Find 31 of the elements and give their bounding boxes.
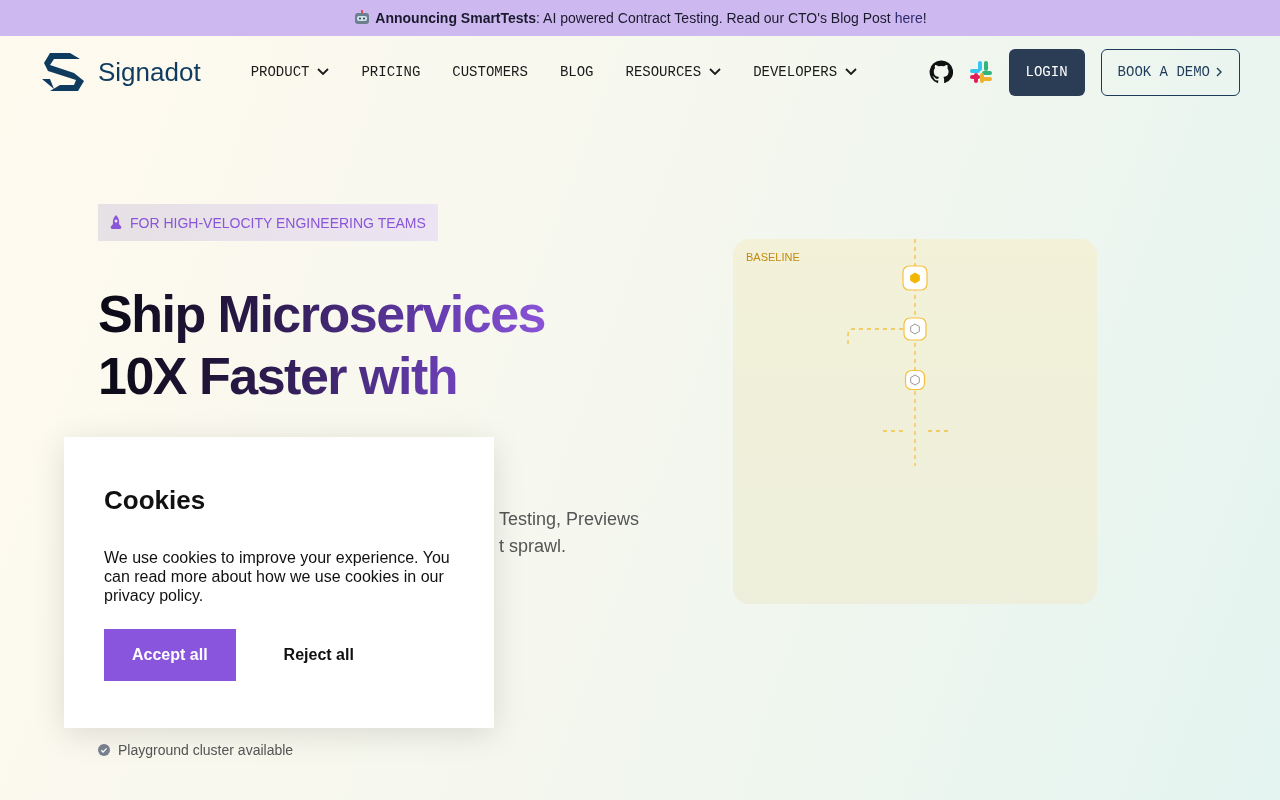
nav-link[interactable]: DEVELOPERS (753, 64, 858, 80)
chevron-down-icon (845, 68, 858, 76)
dialog-text: We use cookies to improve your experience. You can read more about how we use cookies in our privacy policy. (104, 548, 451, 605)
nav-link[interactable]: PRODUCT (250, 64, 330, 80)
announcement-punctuation: ! (922, 10, 927, 26)
slack-icon[interactable] (968, 60, 993, 84)
book-demo-button[interactable]: BOOK A DEMO (1100, 48, 1240, 96)
dashed-connector (847, 328, 904, 346)
chevron-down-icon (317, 68, 330, 76)
rocket-icon (110, 215, 122, 230)
login-button[interactable]: LOGIN (1008, 48, 1085, 96)
badge-text: FOR HIGH-VELOCITY ENGINEERING TEAMS (130, 214, 426, 231)
baseline-label: BASELINE (746, 251, 800, 263)
announcement-text: Announcing SmartTests: AI powered Contract Testing. Read our CTO's Blog Post (375, 10, 891, 26)
dialog-title: Cookies (104, 485, 207, 516)
reject-all-button[interactable]: Reject all (283, 646, 354, 664)
nav-link[interactable]: RESOURCES (625, 64, 722, 80)
chevron-down-icon (709, 68, 722, 76)
check-circle-icon (98, 744, 110, 756)
description-line: Testing, Previews (499, 508, 640, 531)
description-line: t sprawl. (499, 535, 567, 558)
brand-name: Signadot (98, 56, 201, 88)
accept-all-button[interactable]: Accept all (104, 629, 236, 681)
github-icon[interactable] (928, 60, 953, 84)
nav-link[interactable]: BLOG (559, 64, 594, 80)
nav-link[interactable]: PRICING (361, 64, 421, 80)
feature-text: Playground cluster available (118, 742, 294, 758)
chevron-right-icon (1216, 67, 1223, 77)
blog-post-link[interactable]: here (894, 10, 923, 26)
robot-icon (353, 9, 372, 27)
nav-link[interactable]: CUSTOMERS (452, 64, 528, 80)
